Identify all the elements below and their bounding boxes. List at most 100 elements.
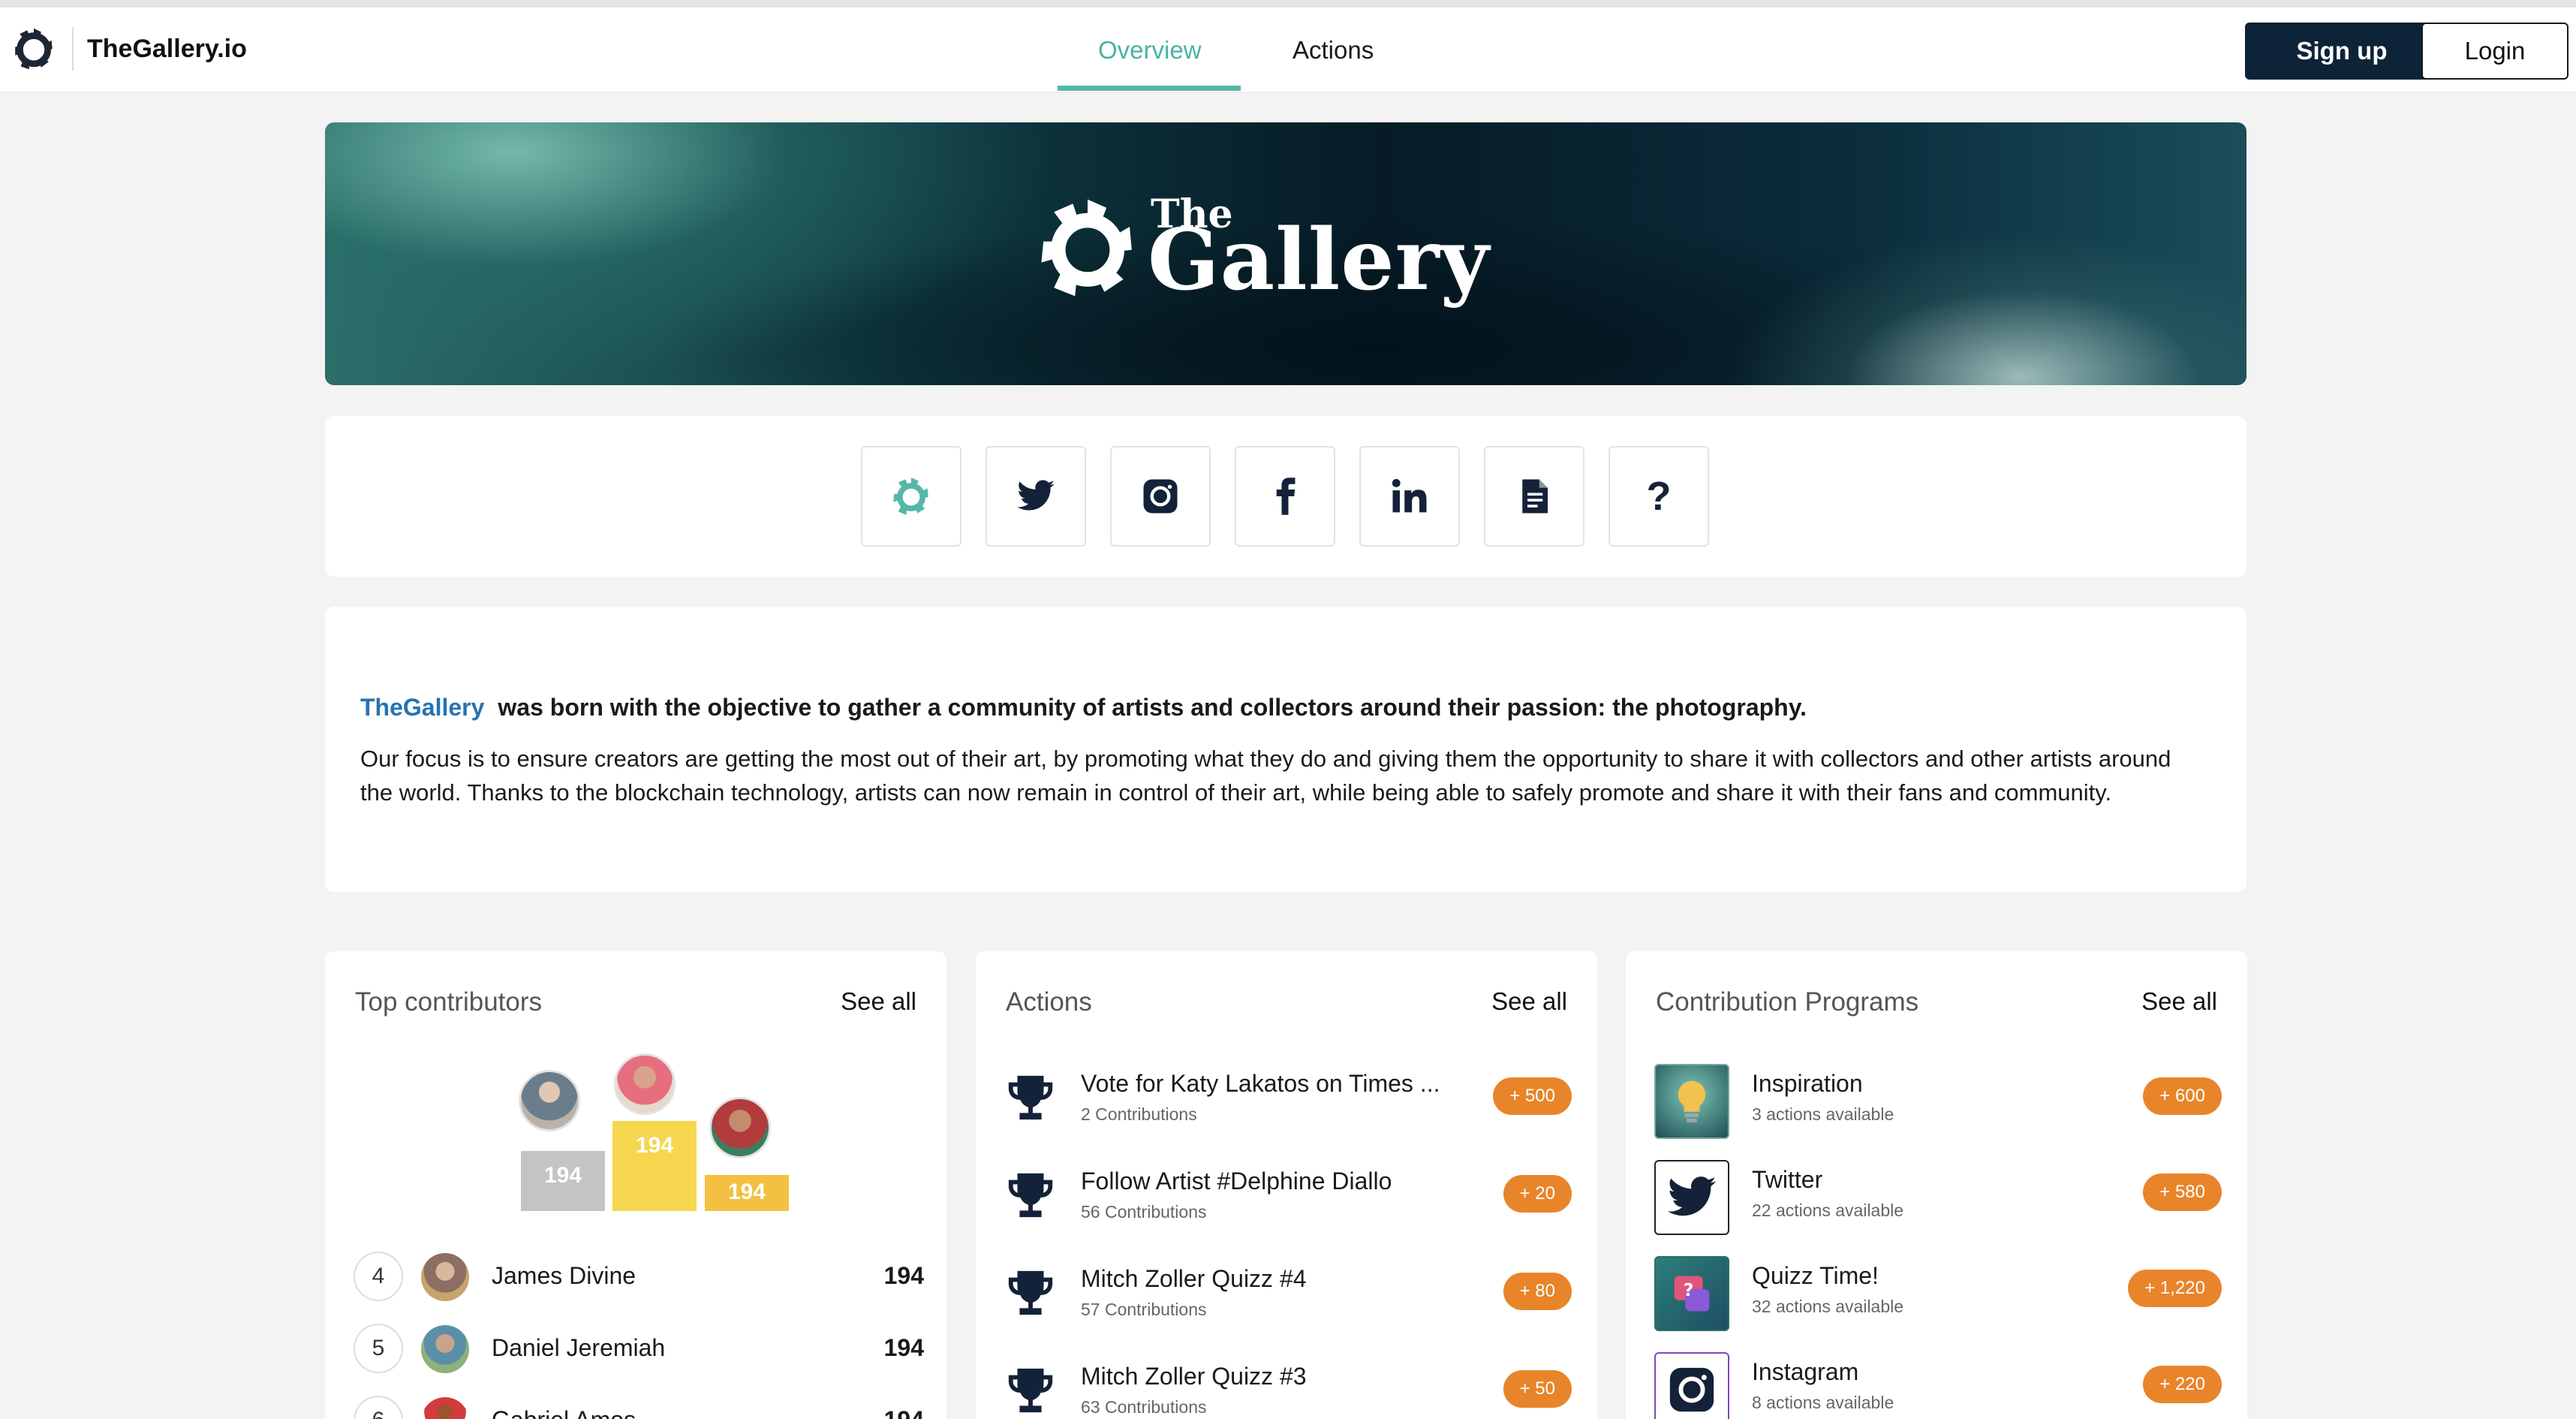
program-title: Instagram bbox=[1752, 1358, 1859, 1385]
actions-panel: Actions See all Vote for Katy Lakatos on… bbox=[976, 951, 1597, 1419]
active-tab-indicator bbox=[1058, 86, 1241, 91]
contributor-score: 194 bbox=[883, 1262, 924, 1289]
action-title: Vote for Katy Lakatos on Times ... bbox=[1081, 1070, 1440, 1097]
program-item[interactable]: Twitter 22 actions available + 580 bbox=[1654, 1155, 2222, 1238]
panel-title: Actions bbox=[1006, 987, 1092, 1017]
program-item[interactable]: Inspiration 3 actions available + 600 bbox=[1654, 1059, 2222, 1142]
social-instagram-button[interactable] bbox=[1110, 446, 1211, 547]
about-brand-name[interactable]: TheGallery bbox=[360, 694, 484, 721]
points-badge: + 1,220 bbox=[2128, 1270, 2222, 1307]
hero-banner: The Gallery bbox=[325, 122, 2246, 385]
points-badge: + 220 bbox=[2143, 1366, 2222, 1403]
lightbulb-icon bbox=[1654, 1064, 1729, 1139]
quiz-icon: ? bbox=[1654, 1256, 1729, 1331]
gallery-logo-icon bbox=[1041, 199, 1132, 297]
program-actions-available: 32 actions available bbox=[1752, 1297, 1904, 1316]
rank-badge: 5 bbox=[354, 1324, 403, 1373]
trophy-icon bbox=[1008, 1173, 1053, 1218]
program-item[interactable]: ? Quizz Time! 32 actions available + 1,2… bbox=[1654, 1252, 2222, 1334]
signup-button[interactable]: Sign up bbox=[2245, 23, 2439, 80]
header-divider bbox=[72, 27, 74, 71]
top-contributors-panel: Top contributors See all 194 194 194 4 J… bbox=[325, 951, 946, 1419]
document-icon bbox=[1522, 479, 1548, 514]
avatar[interactable] bbox=[614, 1053, 676, 1115]
contributor-row[interactable]: 6 Gabriel Amos 194 bbox=[354, 1394, 924, 1419]
twitter-icon bbox=[1654, 1160, 1729, 1235]
panel-title: Top contributors bbox=[355, 987, 543, 1017]
panel-title: Contribution Programs bbox=[1656, 987, 1919, 1017]
contributor-row[interactable]: 4 James Divine 194 bbox=[354, 1250, 924, 1303]
social-links-card: ? bbox=[325, 416, 2246, 577]
social-document-button[interactable] bbox=[1484, 446, 1584, 547]
contributor-score: 194 bbox=[884, 1406, 924, 1419]
contributor-name: Gabriel Amos bbox=[492, 1406, 636, 1419]
points-badge: + 500 bbox=[1493, 1077, 1572, 1115]
action-contributions: 63 Contributions bbox=[1081, 1397, 1207, 1417]
linkedin-icon bbox=[1392, 479, 1427, 513]
social-twitter-button[interactable] bbox=[986, 446, 1086, 547]
instagram-icon bbox=[1143, 479, 1178, 514]
rank-badge: 6 bbox=[354, 1396, 403, 1419]
social-gallery-button[interactable] bbox=[861, 446, 961, 547]
podium-second: 194 bbox=[521, 1151, 605, 1211]
action-item[interactable]: Follow Artist #Delphine Diallo 56 Contri… bbox=[1004, 1157, 1572, 1240]
question-icon: ? bbox=[1646, 474, 1672, 519]
program-title: Twitter bbox=[1752, 1166, 1823, 1193]
facebook-icon bbox=[1276, 478, 1296, 515]
top-border bbox=[0, 0, 2576, 8]
programs-see-all-link[interactable]: See all bbox=[2141, 987, 2217, 1016]
podium-first: 194 bbox=[612, 1121, 697, 1211]
tab-actions[interactable]: Actions bbox=[1293, 36, 1374, 65]
about-headline: TheGallery was born with the objective to… bbox=[360, 694, 1807, 722]
avatar bbox=[421, 1325, 469, 1373]
trophy-icon bbox=[1008, 1368, 1053, 1413]
trophy-icon bbox=[1008, 1270, 1053, 1315]
podium: 194 194 194 bbox=[496, 1053, 789, 1279]
contributor-row[interactable]: 5 Daniel Jeremiah 194 bbox=[354, 1322, 924, 1375]
gallery-logo-icon[interactable] bbox=[11, 26, 57, 72]
program-title: Quizz Time! bbox=[1752, 1262, 1879, 1289]
action-title: Follow Artist #Delphine Diallo bbox=[1081, 1167, 1392, 1195]
program-title: Inspiration bbox=[1752, 1070, 1863, 1097]
avatar[interactable] bbox=[519, 1070, 580, 1131]
svg-text:?: ? bbox=[1684, 1279, 1694, 1300]
action-title: Mitch Zoller Quizz #3 bbox=[1081, 1363, 1307, 1390]
social-linkedin-button[interactable] bbox=[1359, 446, 1460, 547]
tab-overview[interactable]: Overview bbox=[1098, 36, 1202, 65]
banner-title-gallery: Gallery bbox=[1148, 211, 1490, 309]
program-actions-available: 3 actions available bbox=[1752, 1104, 1894, 1124]
avatar bbox=[421, 1397, 469, 1419]
brand-name[interactable]: TheGallery.io bbox=[87, 35, 247, 64]
contributor-name: James Divine bbox=[492, 1262, 636, 1289]
action-item[interactable]: Mitch Zoller Quizz #3 63 Contributions +… bbox=[1004, 1352, 1572, 1419]
about-headline-text: was born with the objective to gather a … bbox=[498, 694, 1807, 721]
program-actions-available: 8 actions available bbox=[1752, 1393, 1894, 1412]
points-badge: + 580 bbox=[2143, 1173, 2222, 1211]
social-help-button[interactable]: ? bbox=[1608, 446, 1709, 547]
instagram-icon bbox=[1654, 1352, 1729, 1419]
action-item[interactable]: Mitch Zoller Quizz #4 57 Contributions +… bbox=[1004, 1255, 1572, 1337]
action-title: Mitch Zoller Quizz #4 bbox=[1081, 1265, 1307, 1292]
program-actions-available: 22 actions available bbox=[1752, 1201, 1904, 1220]
top-navbar: TheGallery.io Overview Actions Sign up L… bbox=[0, 8, 2576, 93]
program-item[interactable]: Instagram 8 actions available + 220 bbox=[1654, 1348, 2222, 1419]
avatar[interactable] bbox=[709, 1097, 771, 1158]
action-contributions: 56 Contributions bbox=[1081, 1202, 1207, 1222]
about-card: TheGallery was born with the objective to… bbox=[325, 607, 2246, 892]
contribution-programs-panel: Contribution Programs See all Inspiratio… bbox=[1626, 951, 2247, 1419]
action-item[interactable]: Vote for Katy Lakatos on Times ... 2 Con… bbox=[1004, 1059, 1572, 1142]
action-contributions: 2 Contributions bbox=[1081, 1104, 1197, 1124]
actions-see-all-link[interactable]: See all bbox=[1491, 987, 1567, 1016]
login-button[interactable]: Login bbox=[2421, 23, 2568, 80]
about-body: Our focus is to ensure creators are gett… bbox=[360, 746, 2171, 806]
gallery-icon bbox=[893, 478, 928, 515]
twitter-icon bbox=[1017, 480, 1055, 511]
trophy-icon bbox=[1008, 1075, 1053, 1120]
points-badge: + 80 bbox=[1503, 1273, 1572, 1310]
contributor-score: 194 bbox=[883, 1334, 924, 1361]
contributors-see-all-link[interactable]: See all bbox=[841, 987, 916, 1016]
social-facebook-button[interactable] bbox=[1235, 446, 1335, 547]
avatar bbox=[421, 1253, 469, 1301]
podium-third: 194 bbox=[705, 1175, 789, 1211]
rank-badge: 4 bbox=[354, 1252, 403, 1301]
